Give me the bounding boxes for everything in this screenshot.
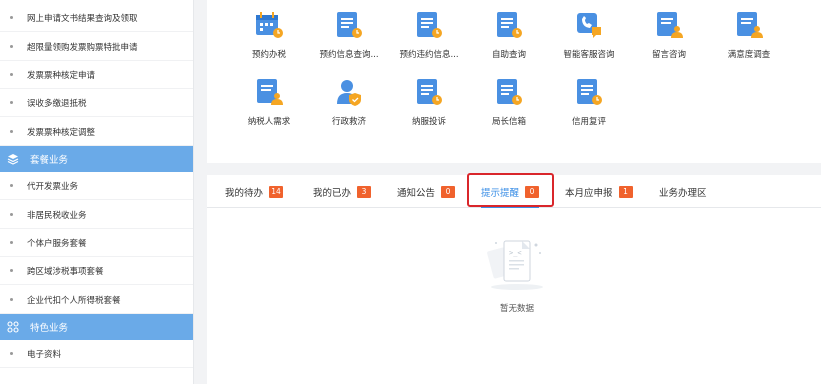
tab-label: 我的待办: [225, 187, 264, 199]
count-badge: 3: [357, 185, 372, 198]
sidebar-item-cross-region-package[interactable]: 跨区域涉税事项套餐: [0, 257, 193, 285]
bullet-icon: [10, 269, 13, 272]
service-label: 预约办税: [251, 50, 286, 60]
service-credit-review[interactable]: 信用复评: [549, 77, 629, 127]
bullet-icon: [10, 130, 13, 133]
service-complaint[interactable]: 纳服投诉: [389, 77, 469, 127]
service-label: 留言咨询: [651, 50, 686, 60]
tab-my-done[interactable]: 我的已办 3: [313, 175, 372, 208]
empty-state: >_< 暂无数据: [477, 235, 557, 314]
bullet-icon: [10, 73, 13, 76]
tab-label: 本月应申报: [565, 187, 613, 199]
sidebar-item-label: 网上申请文书结果查询及领取: [27, 13, 138, 24]
service-label: 智能客服咨询: [563, 50, 615, 60]
service-taxpayer-demand[interactable]: 纳税人需求: [229, 77, 309, 127]
bullet-icon: [10, 298, 13, 301]
tab-bar: 我的待办 14 我的已办 3 通知公告 0 提示提醒 0 本月应申报 1 业务办…: [207, 173, 821, 208]
bullet-icon: [10, 16, 13, 19]
tab-monthly-declaration[interactable]: 本月应申报 1: [565, 175, 633, 208]
sidebar-group-package-services[interactable]: 套餐业务: [0, 146, 193, 172]
sidebar-item-label: 发票票种核定申请: [27, 70, 96, 81]
sidebar-item-label: 超限量领购发票购票特批申请: [27, 42, 138, 53]
tab-label: 业务办理区: [659, 187, 707, 199]
service-administrative-relief[interactable]: 行政救济: [309, 77, 389, 127]
service-label: 行政救济: [331, 117, 366, 127]
sidebar-item-label: 误收多缴退抵税: [27, 98, 87, 109]
sidebar-item-label: 发票票种核定调整: [27, 127, 96, 138]
service-message-consult[interactable]: 留言咨询: [629, 10, 709, 60]
count-badge: 14: [269, 185, 284, 198]
sidebar-item-label: 企业代扣个人所得税套餐: [27, 295, 121, 306]
tab-label: 通知公告: [397, 187, 436, 199]
service-appointment-violation[interactable]: 预约违约信息...: [389, 10, 469, 60]
sidebar-item-overpaid-tax-refund[interactable]: 误收多缴退抵税: [0, 89, 193, 117]
bullet-icon: [10, 213, 13, 216]
document-clock-icon: [334, 10, 364, 40]
user-document-icon: [254, 77, 284, 107]
sidebar-item-withholding-income-tax-package[interactable]: 企业代扣个人所得税套餐: [0, 286, 193, 314]
sidebar-group-label: 特色业务: [30, 323, 69, 334]
service-label: 预约信息查询...: [319, 50, 379, 60]
tabs-panel: 我的待办 14 我的已办 3 通知公告 0 提示提醒 0 本月应申报 1 业务办…: [207, 173, 821, 384]
service-label: 纳服投诉: [411, 117, 446, 127]
document-clock-icon: [574, 77, 604, 107]
services-panel: 预约办税 预约信息查询... 预约违约信息... 自助查询 智能客服咨询 留言咨…: [207, 0, 821, 163]
user-document-icon: [734, 10, 764, 40]
service-self-query[interactable]: 自助查询: [469, 10, 549, 60]
document-clock-icon: [494, 10, 524, 40]
service-label: 局长信箱: [491, 117, 526, 127]
service-label: 信用复评: [571, 117, 606, 127]
service-appointment-query[interactable]: 预约信息查询...: [309, 10, 389, 60]
tab-my-todo[interactable]: 我的待办 14: [225, 175, 284, 208]
bullet-icon: [10, 241, 13, 244]
sidebar-item-label: 跨区域涉税事项套餐: [27, 266, 104, 277]
sidebar-item-label: 非居民税收业务: [27, 210, 87, 221]
tab-notices[interactable]: 通知公告 0: [397, 175, 456, 208]
service-label: 自助查询: [491, 50, 526, 60]
svg-text:>_<: >_<: [509, 249, 522, 257]
empty-document-icon: >_<: [477, 235, 557, 294]
sidebar-item-electronic-documents[interactable]: 电子资料: [0, 340, 193, 368]
sidebar-item-document-result-query[interactable]: 网上申请文书结果查询及领取: [0, 4, 193, 32]
layers-icon: [6, 152, 20, 166]
grid-icon: [6, 320, 20, 334]
user-shield-icon: [334, 77, 364, 107]
bullet-icon: [10, 352, 13, 355]
sidebar-item-label: 个体户服务套餐: [27, 238, 87, 249]
sidebar-item-invoice-issuing[interactable]: 代开发票业务: [0, 172, 193, 200]
tab-business-area[interactable]: 业务办理区: [659, 175, 707, 208]
document-clock-icon: [494, 77, 524, 107]
bullet-icon: [10, 101, 13, 104]
bullet-icon: [10, 45, 13, 48]
service-smart-support[interactable]: 智能客服咨询: [549, 10, 629, 60]
service-director-mailbox[interactable]: 局长信箱: [469, 77, 549, 127]
calendar-icon: [254, 10, 284, 40]
service-label: 预约违约信息...: [399, 50, 459, 60]
sidebar: 网上申请文书结果查询及领取 超限量领购发票购票特批申请 发票票种核定申请 误收多…: [0, 0, 194, 384]
document-clock-icon: [414, 10, 444, 40]
sidebar-group-special-services[interactable]: 特色业务: [0, 314, 193, 340]
sidebar-item-label: 代开发票业务: [27, 181, 79, 192]
user-document-icon: [654, 10, 684, 40]
sidebar-group-label: 套餐业务: [30, 155, 69, 166]
sidebar-item-label: 电子资料: [27, 349, 62, 360]
document-clock-icon: [414, 77, 444, 107]
service-appointment[interactable]: 预约办税: [229, 10, 309, 60]
tab-label: 我的已办: [313, 187, 352, 199]
bullet-icon: [10, 184, 13, 187]
sidebar-item-invoice-purchase-approval[interactable]: 超限量领购发票购票特批申请: [0, 33, 193, 61]
sidebar-item-invoice-type-application[interactable]: 发票票种核定申请: [0, 61, 193, 89]
count-badge: 1: [618, 185, 633, 198]
count-badge: 0: [441, 185, 456, 198]
service-satisfaction-survey[interactable]: 满意度调查: [709, 10, 789, 60]
highlight-box: [467, 173, 554, 207]
service-label: 满意度调查: [727, 50, 771, 60]
service-label: 纳税人需求: [247, 117, 291, 127]
sidebar-item-invoice-type-adjustment[interactable]: 发票票种核定调整: [0, 118, 193, 146]
empty-text: 暂无数据: [499, 304, 534, 314]
sidebar-item-individual-business-package[interactable]: 个体户服务套餐: [0, 229, 193, 257]
phone-chat-icon: [574, 10, 604, 40]
sidebar-item-non-resident-tax[interactable]: 非居民税收业务: [0, 201, 193, 229]
